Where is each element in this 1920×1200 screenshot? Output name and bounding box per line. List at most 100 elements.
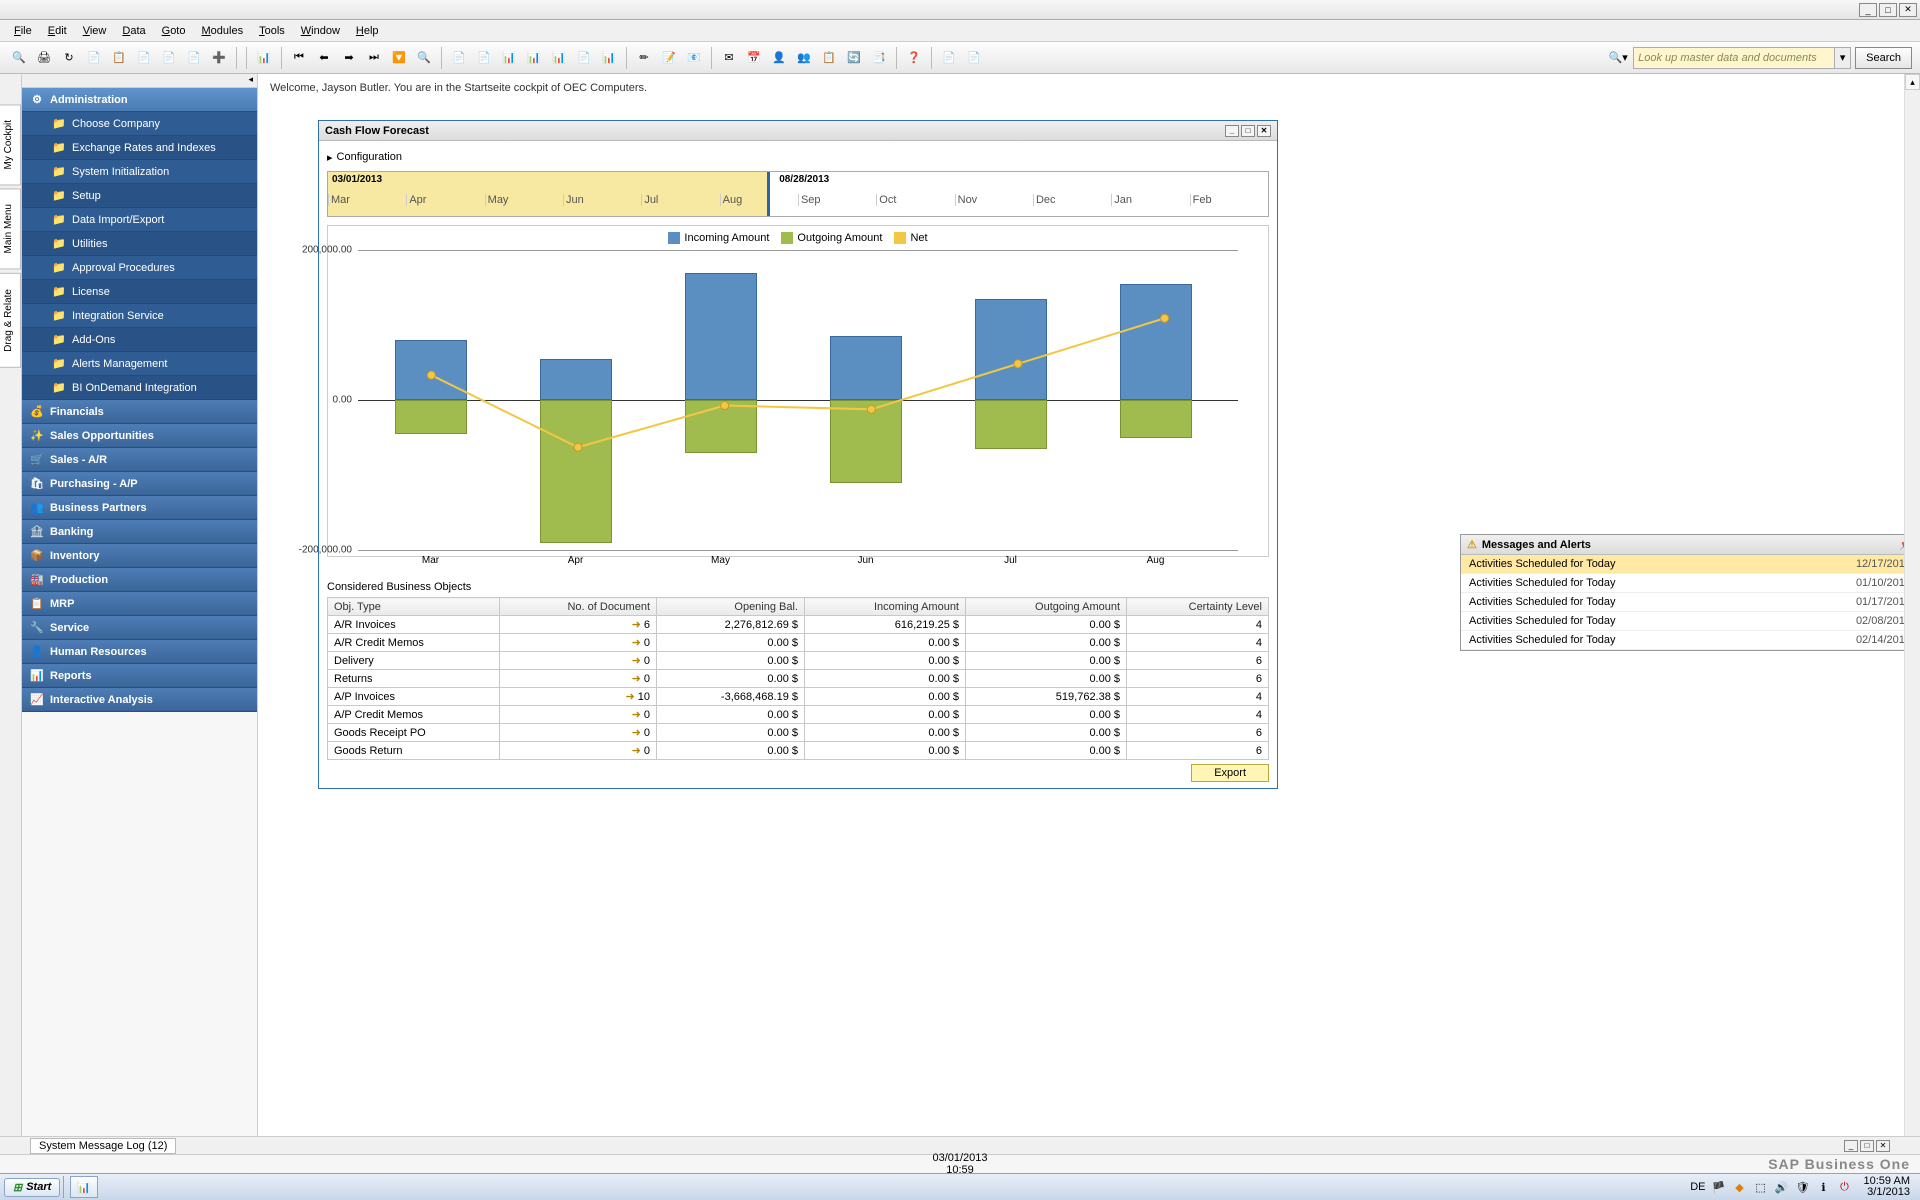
toolbar-icon-21[interactable]: 📄 (473, 47, 495, 69)
drill-icon[interactable]: ➜ (632, 655, 641, 667)
toolbar-icon-15[interactable]: ➡ (338, 47, 360, 69)
maximize-button[interactable]: □ (1879, 3, 1897, 17)
export-button[interactable]: Export (1191, 764, 1269, 782)
table-header[interactable]: Outgoing Amount (966, 598, 1127, 616)
cash-flow-title-bar[interactable]: Cash Flow Forecast _ □ ✕ (319, 121, 1277, 141)
search-dropdown-arrow[interactable]: ▾ (1834, 48, 1850, 68)
menu-view[interactable]: View (75, 23, 115, 39)
side-tab-drag-relate[interactable]: Drag & Relate (0, 273, 21, 368)
tray-shield-icon[interactable]: 🛡 (1795, 1179, 1811, 1195)
system-message-log[interactable]: System Message Log (12) (30, 1138, 176, 1154)
module-reports[interactable]: 📊Reports (22, 664, 257, 688)
table-row[interactable]: Goods Return➜00.00 $0.00 $0.00 $6 (328, 742, 1269, 760)
message-row[interactable]: Activities Scheduled for Today12/17/2012 (1461, 555, 1919, 574)
cfw-maximize[interactable]: □ (1241, 125, 1255, 137)
drill-icon[interactable]: ➜ (626, 691, 635, 703)
table-header[interactable]: Obj. Type (328, 598, 500, 616)
sub-item-license[interactable]: 📁License (22, 280, 257, 304)
tray-updates-icon[interactable]: ◆ (1732, 1179, 1748, 1195)
cfw-minimize[interactable]: _ (1225, 125, 1239, 137)
tray-info-icon[interactable]: ℹ (1816, 1179, 1832, 1195)
toolbar-icon-42[interactable]: 📄 (938, 47, 960, 69)
sidebar-collapse-handle[interactable]: ◂ (22, 74, 257, 88)
messages-title-bar[interactable]: ⚠ Messages and Alerts 📌 (1461, 535, 1919, 555)
module-sales-opportunities[interactable]: ✨Sales Opportunities (22, 424, 257, 448)
toolbar-icon-1[interactable]: 🖨 (33, 47, 55, 69)
table-row[interactable]: Returns➜00.00 $0.00 $0.00 $6 (328, 670, 1269, 688)
content-scrollbar[interactable]: ▴ (1904, 74, 1920, 1144)
drill-icon[interactable]: ➜ (632, 619, 641, 631)
toolbar-icon-2[interactable]: ↻ (58, 47, 80, 69)
sub-item-integration-service[interactable]: 📁Integration Service (22, 304, 257, 328)
toolbar-icon-36[interactable]: 📋 (818, 47, 840, 69)
sub-item-setup[interactable]: 📁Setup (22, 184, 257, 208)
menu-file[interactable]: File (6, 23, 40, 39)
toolbar-icon-24[interactable]: 📊 (548, 47, 570, 69)
table-row[interactable]: A/P Credit Memos➜00.00 $0.00 $0.00 $4 (328, 706, 1269, 724)
module-production[interactable]: 🏭Production (22, 568, 257, 592)
table-header[interactable]: No. of Document (500, 598, 657, 616)
tray-power-icon[interactable]: ⏻ (1837, 1179, 1853, 1195)
sub-item-choose-company[interactable]: 📁Choose Company (22, 112, 257, 136)
module-sales-a-r[interactable]: 🛒Sales - A/R (22, 448, 257, 472)
toolbar-icon-22[interactable]: 📊 (498, 47, 520, 69)
status-minimize[interactable]: _ (1844, 1140, 1858, 1152)
module-purchasing-a-p[interactable]: 🛍Purchasing - A/P (22, 472, 257, 496)
toolbar-icon-13[interactable]: ⏮ (288, 47, 310, 69)
start-button[interactable]: ⊞ Start (4, 1178, 60, 1197)
table-row[interactable]: A/R Invoices➜62,276,812.69 $616,219.25 $… (328, 616, 1269, 634)
sub-item-bi-ondemand-integration[interactable]: 📁BI OnDemand Integration (22, 376, 257, 400)
table-row[interactable]: Goods Receipt PO➜00.00 $0.00 $0.00 $6 (328, 724, 1269, 742)
sub-item-alerts-management[interactable]: 📁Alerts Management (22, 352, 257, 376)
sub-item-approval-procedures[interactable]: 📁Approval Procedures (22, 256, 257, 280)
menu-modules[interactable]: Modules (193, 23, 251, 39)
message-row[interactable]: Activities Scheduled for Today01/17/2013 (1461, 593, 1919, 612)
drill-icon[interactable]: ➜ (632, 637, 641, 649)
module-administration[interactable]: ⚙Administration (22, 88, 257, 112)
table-row[interactable]: Delivery➜00.00 $0.00 $0.00 $6 (328, 652, 1269, 670)
sub-item-system-initialization[interactable]: 📁System Initialization (22, 160, 257, 184)
toolbar-icon-40[interactable]: ❓ (903, 47, 925, 69)
toolbar-icon-35[interactable]: 👥 (793, 47, 815, 69)
module-financials[interactable]: 💰Financials (22, 400, 257, 424)
module-interactive-analysis[interactable]: 📈Interactive Analysis (22, 688, 257, 712)
taskbar-clock[interactable]: 10:59 AM 3/1/2013 (1858, 1176, 1910, 1198)
scroll-up-arrow[interactable]: ▴ (1905, 74, 1920, 90)
toolbar-icon-29[interactable]: 📝 (658, 47, 680, 69)
drill-icon[interactable]: ➜ (632, 709, 641, 721)
drill-icon[interactable]: ➜ (632, 673, 641, 685)
module-business-partners[interactable]: 👥Business Partners (22, 496, 257, 520)
menu-tools[interactable]: Tools (251, 23, 293, 39)
toolbar-icon-8[interactable]: ➕ (208, 47, 230, 69)
toolbar-icon-25[interactable]: 📄 (573, 47, 595, 69)
toolbar-icon-32[interactable]: ✉ (718, 47, 740, 69)
toolbar-icon-14[interactable]: ⬅ (313, 47, 335, 69)
toolbar-icon-6[interactable]: 📄 (158, 47, 180, 69)
toolbar-icon-26[interactable]: 📊 (598, 47, 620, 69)
toolbar-icon-16[interactable]: ⏭ (363, 47, 385, 69)
toolbar-icon-11[interactable]: 📊 (253, 47, 275, 69)
menu-goto[interactable]: Goto (154, 23, 194, 39)
toolbar-icon-43[interactable]: 📄 (963, 47, 985, 69)
search-dropdown-icon[interactable]: 🔍▾ (1607, 47, 1629, 69)
module-service[interactable]: 🔧Service (22, 616, 257, 640)
menu-window[interactable]: Window (293, 23, 348, 39)
toolbar-icon-33[interactable]: 📅 (743, 47, 765, 69)
module-human-resources[interactable]: 👤Human Resources (22, 640, 257, 664)
toolbar-icon-5[interactable]: 📄 (133, 47, 155, 69)
configuration-toggle[interactable]: ▸ Configuration (327, 147, 1269, 167)
tray-sound-icon[interactable]: 🔊 (1774, 1179, 1790, 1195)
toolbar-icon-37[interactable]: 🔄 (843, 47, 865, 69)
message-row[interactable]: Activities Scheduled for Today02/08/2013 (1461, 612, 1919, 631)
drill-icon[interactable]: ➜ (632, 745, 641, 757)
toolbar-icon-34[interactable]: 👤 (768, 47, 790, 69)
sub-item-data-import-export[interactable]: 📁Data Import/Export (22, 208, 257, 232)
table-row[interactable]: A/P Invoices➜10-3,668,468.19 $0.00 $519,… (328, 688, 1269, 706)
status-maximize[interactable]: □ (1860, 1140, 1874, 1152)
tray-lang[interactable]: DE (1690, 1181, 1705, 1193)
module-banking[interactable]: 🏦Banking (22, 520, 257, 544)
search-input[interactable]: Look up master data and documents (1634, 48, 1834, 68)
menu-data[interactable]: Data (114, 23, 153, 39)
table-header[interactable]: Opening Bal. (657, 598, 805, 616)
toolbar-icon-17[interactable]: 🔽 (388, 47, 410, 69)
